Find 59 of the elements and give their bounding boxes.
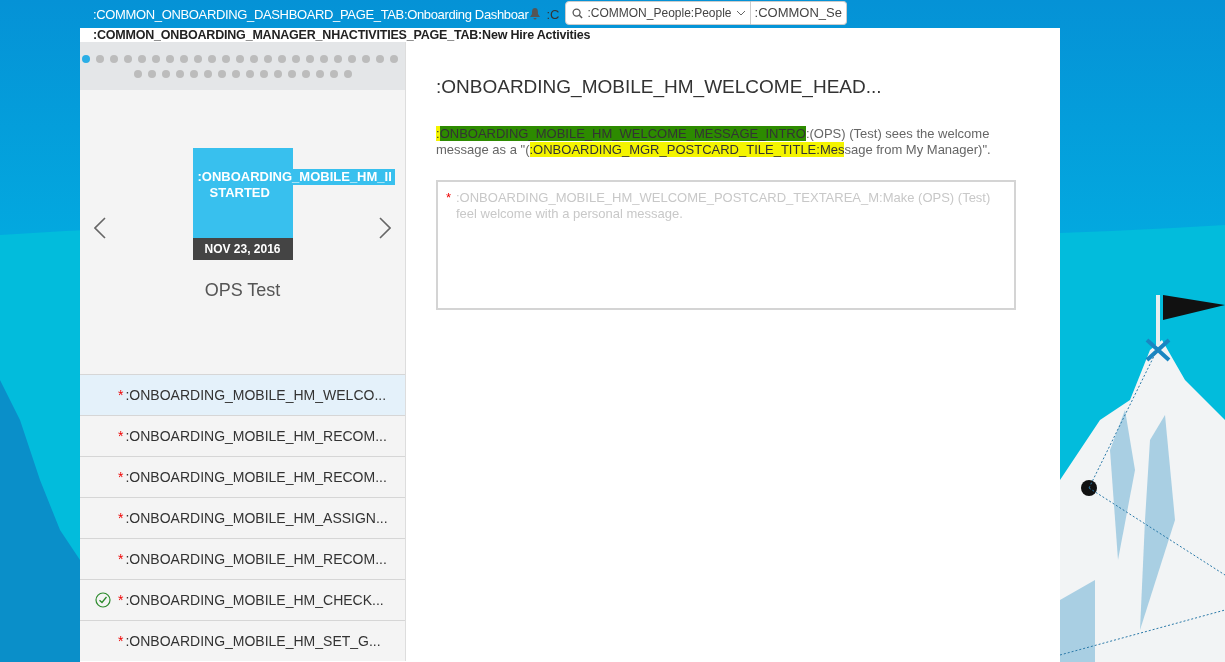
page-dot[interactable] [292,54,300,63]
start-date: NOV 23, 2016 [192,237,293,260]
page-dot[interactable] [250,54,258,63]
page-dot[interactable] [329,69,338,78]
page-dot[interactable] [133,69,142,78]
activity-item[interactable]: *:ONBOARDING_MOBILE_HM_CHECK... [80,579,405,620]
page-dot[interactable] [236,54,244,63]
page-dot[interactable] [82,54,90,63]
page-dot[interactable] [161,69,170,78]
page-dot[interactable] [278,54,286,63]
search-field[interactable]: :COMMON_Se [750,1,847,25]
page-dot[interactable] [194,54,202,63]
page-dot[interactable] [231,69,240,78]
page-dot[interactable] [273,69,282,78]
page-dot[interactable] [208,54,216,63]
page-dot[interactable] [222,54,230,63]
page-dot[interactable] [306,54,314,63]
page-dot[interactable] [138,54,146,63]
page-dot[interactable] [362,54,370,63]
page-dot[interactable] [110,54,118,63]
page-dot[interactable] [343,69,352,78]
bell-icon[interactable] [530,8,541,20]
new-hire-name: OPS Test [204,279,281,301]
page-dot[interactable] [203,69,212,78]
page-dot[interactable] [334,54,342,63]
page-dot[interactable] [264,54,272,63]
page-dot[interactable] [320,54,328,63]
required-mark: * [446,190,452,205]
page-dot[interactable] [152,54,160,63]
page-dot[interactable] [287,69,296,78]
page-dot[interactable] [376,54,384,63]
new-hire-activities-tab[interactable]: :COMMON_ONBOARDING_MANAGER_NHACTIVITIES_PAGE_TAB:New Hire Activities [80,28,1060,42]
page-dot[interactable] [180,54,188,63]
page-dot[interactable] [390,54,398,63]
page-dot[interactable] [147,69,156,78]
page-dot[interactable] [315,69,324,78]
page-dot[interactable] [301,69,310,78]
activity-item[interactable]: *:ONBOARDING_MOBILE_HM_ASSIGN... [80,497,405,538]
page-dot[interactable] [124,54,132,63]
page-dot[interactable] [175,69,184,78]
page-dot[interactable] [259,69,268,78]
page-dot[interactable] [348,54,356,63]
page-dot[interactable] [96,54,104,63]
activity-item[interactable]: *:ONBOARDING_MOBILE_HM_SET_G... [80,620,405,661]
tile-title: :ONBOARDING_MOBILE_HM_II [197,168,395,185]
page-dot[interactable] [245,69,254,78]
tile-status: STARTED [209,184,270,201]
activity-item[interactable]: *:ONBOARDING_MOBILE_HM_WELCO... [80,374,405,415]
user-menu[interactable]: :C [546,6,560,22]
page-dot[interactable] [166,54,174,63]
search-scope-dropdown[interactable]: :COMMON_People:People [565,1,751,25]
section-heading: :ONBOARDING_MOBILE_HM_WELCOME_HEAD... [436,76,883,98]
activity-item[interactable]: *:ONBOARDING_MOBILE_HM_RECOM... [80,538,405,579]
page-dot[interactable] [189,69,198,78]
caret-icon [735,10,746,16]
page-dot[interactable] [217,69,226,78]
search-icon [572,7,584,19]
activity-item[interactable]: *:ONBOARDING_MOBILE_HM_RECOM... [80,415,405,456]
activity-item[interactable]: *:ONBOARDING_MOBILE_HM_RECOM... [80,456,405,497]
